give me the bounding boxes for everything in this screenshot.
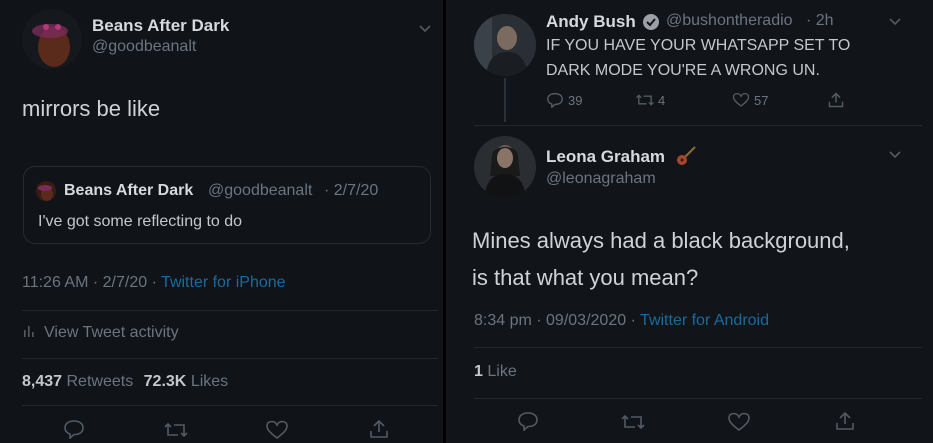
like-icon[interactable] (265, 420, 289, 440)
tweet-age[interactable]: · 2h (806, 12, 834, 30)
engagement-stats: 8,437 Retweets 72.3K Likes (22, 373, 228, 391)
author-handle[interactable]: @bushontheradio (666, 12, 793, 30)
timestamp-text[interactable]: 8:34 pm · 09/03/2020 · (474, 312, 640, 329)
retweet-icon (636, 94, 654, 106)
like-count: 57 (754, 93, 769, 108)
quoted-text: I've got some reflecting to do (38, 213, 243, 230)
author-handle[interactable]: @leonagraham (546, 170, 656, 188)
author-name[interactable]: Beans After Dark (92, 16, 229, 36)
bar-chart-icon (24, 326, 34, 337)
avatar-leona-graham[interactable] (474, 136, 536, 198)
bean-avatar-image (22, 9, 82, 69)
andy-bush-avatar-image (474, 14, 536, 76)
quoted-author-handle: @goodbeanalt (208, 182, 313, 199)
tweet-text: mirrors be like (22, 96, 161, 121)
share-icon[interactable] (827, 91, 845, 109)
reply-icon[interactable] (517, 411, 539, 431)
retweet-count: 4 (658, 93, 666, 108)
view-tweet-activity-label: View Tweet activity (44, 324, 179, 341)
guitar-emoji-icon (677, 146, 696, 165)
tweet-source-link[interactable]: Twitter for iPhone (161, 274, 286, 291)
share-icon[interactable] (368, 418, 390, 440)
author-name[interactable]: Andy Bush (546, 12, 636, 32)
chevron-down-icon[interactable] (888, 150, 902, 160)
right-thread-panel: Andy Bush @bushontheradio · 2h IF YOU HA… (446, 0, 933, 443)
tweet-text-line1: Mines always had a black background, (472, 228, 850, 253)
tweet-text-line2: is that what you mean? (472, 265, 699, 290)
timestamp-text[interactable]: 11:26 AM · 2/7/20 · (22, 274, 161, 291)
retweet-icon[interactable] (620, 412, 646, 432)
quoted-tweet[interactable]: Beans After Dark @goodbeanalt · 2/7/20 I… (23, 166, 431, 244)
reply-action[interactable]: 39 (546, 92, 583, 109)
tweet-text-line2: DARK MODE YOU'RE A WRONG UN. (546, 62, 820, 79)
verified-icon (643, 14, 659, 30)
tweet-text-line1: IF YOU HAVE YOUR WHATSAPP SET TO (546, 37, 851, 54)
divider (474, 347, 922, 348)
left-tweet-panel: Beans After Dark @goodbeanalt mirrors be… (0, 0, 443, 443)
chevron-down-icon[interactable] (888, 17, 902, 27)
thread-connector (504, 78, 506, 122)
retweet-action[interactable]: 4 (635, 92, 665, 108)
retweets-label[interactable]: Retweets (67, 373, 134, 390)
like-stats[interactable]: 1 Like (474, 363, 517, 381)
divider (22, 358, 438, 359)
reply-icon (547, 92, 563, 109)
divider (22, 405, 438, 406)
quoted-author-name: Beans After Dark (64, 182, 194, 199)
likes-count[interactable]: 72.3K (144, 373, 187, 390)
quoted-avatar (36, 181, 56, 201)
tweet-timestamp: 8:34 pm · 09/03/2020 · Twitter for Andro… (474, 312, 769, 330)
reply-icon[interactable] (63, 419, 85, 439)
share-icon[interactable] (834, 410, 856, 432)
like-icon (732, 92, 750, 107)
retweet-icon[interactable] (163, 420, 189, 440)
like-stat-count: 1 (474, 363, 483, 380)
quoted-date: · 2/7/20 (324, 182, 379, 199)
divider (474, 125, 922, 126)
likes-label[interactable]: Likes (191, 373, 228, 390)
like-action[interactable]: 57 (732, 92, 768, 108)
divider (22, 310, 438, 311)
leona-graham-avatar-image (474, 136, 536, 198)
avatar-beans-after-dark[interactable] (22, 9, 82, 69)
retweets-count[interactable]: 8,437 (22, 373, 62, 390)
like-stat-label: Like (487, 363, 517, 380)
view-tweet-activity[interactable]: View Tweet activity (22, 324, 179, 342)
divider (474, 398, 922, 399)
tweet-timestamp: 11:26 AM · 2/7/20 · Twitter for iPhone (22, 274, 286, 292)
reply-count: 39 (568, 93, 583, 108)
avatar-andy-bush[interactable] (474, 14, 536, 76)
author-handle[interactable]: @goodbeanalt (92, 38, 196, 56)
author-name[interactable]: Leona Graham (546, 147, 665, 167)
chevron-down-icon[interactable] (418, 24, 432, 34)
tweet-source-link[interactable]: Twitter for Android (640, 312, 769, 329)
like-icon[interactable] (727, 412, 751, 432)
